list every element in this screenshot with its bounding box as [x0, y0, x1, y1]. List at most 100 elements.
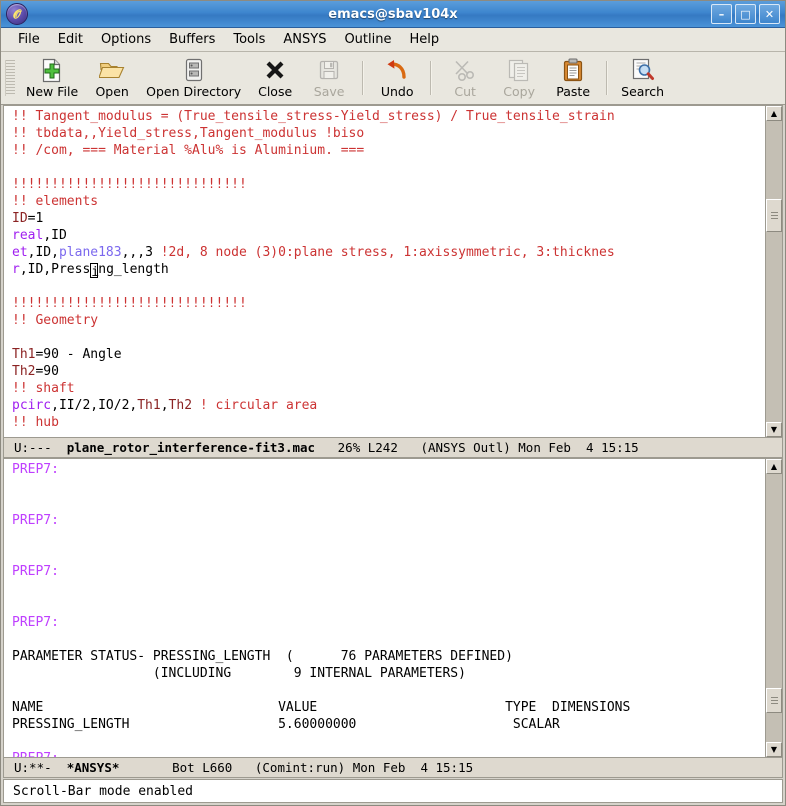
top-scrollbar-up-arrow[interactable]: ▲: [766, 106, 782, 121]
toolbar-button-open[interactable]: Open: [85, 54, 139, 102]
buffer-line: !! Geometry: [12, 312, 765, 329]
toolbar-button-save: Save: [302, 54, 356, 102]
buffer-line: [12, 597, 765, 614]
toolbar-button-open-directory[interactable]: Open Directory: [139, 54, 248, 102]
top-mode-line-timestamp: Mon Feb 4 15:15: [518, 440, 639, 455]
buffer-line: PREP7:: [12, 750, 765, 757]
toolbar-label-undo: Undo: [380, 84, 414, 99]
menu-item-edit[interactable]: Edit: [49, 31, 92, 48]
buffer-line: [12, 580, 765, 597]
buffer-text-run: ,ID,: [27, 245, 59, 260]
bottom-scrollbar-up-arrow[interactable]: ▲: [766, 459, 782, 474]
toolbar-separator-1: [362, 61, 365, 95]
buffer-text-run: !2d, 8 node (3)0:plane stress, 1:axissym…: [160, 245, 615, 260]
top-scrollbar-down-arrow[interactable]: ▼: [766, 422, 782, 437]
top-mode-line[interactable]: U:--- plane_rotor_interference-fit3.mac …: [3, 437, 783, 458]
undo-arrow-icon: [385, 57, 409, 83]
toolbar-label-paste: Paste: [556, 84, 591, 99]
buffer-line: Th2=90: [12, 363, 765, 380]
buffer-line: NAME VALUE TYPE DIMENSIONS: [12, 699, 765, 716]
top-mode-line-percent: 26%: [337, 440, 361, 455]
toolbar-button-close[interactable]: Close: [248, 54, 302, 102]
buffer-line: real,ID: [12, 227, 765, 244]
bottom-mode-line-indicator: U:**-: [14, 760, 52, 775]
title-bar: 𝓞 emacs@sbav104x – □ ✕: [1, 1, 785, 28]
bottom-window-body: PREP7: PREP7: PREP7: PREP7: PARAMETER ST…: [3, 458, 783, 757]
buffer-line: !! Tangent_modulus = (True_tensile_stres…: [12, 108, 765, 125]
bottom-left-fringe: [4, 459, 12, 757]
buffer-line: PRESSING_LENGTH 5.60000000 SCALAR: [12, 716, 765, 733]
close-button[interactable]: ✕: [759, 4, 780, 24]
bottom-mode-line-line: L660: [202, 760, 233, 775]
bottom-mode-line-position: Bot: [172, 760, 195, 775]
buffer-line: [12, 546, 765, 563]
toolbar-button-new-file[interactable]: New File: [19, 54, 85, 102]
source-buffer-text[interactable]: !! Tangent_modulus = (True_tensile_stres…: [12, 106, 765, 437]
buffer-line: pcirc,II/2,IO/2,Th1,Th2 ! circular area: [12, 397, 765, 414]
buffer-line: !!!!!!!!!!!!!!!!!!!!!!!!!!!!!!: [12, 295, 765, 312]
buffer-line: Th1=90 - Angle: [12, 346, 765, 363]
ansys-buffer-text[interactable]: PREP7: PREP7: PREP7: PREP7: PARAMETER ST…: [12, 459, 765, 757]
toolbar-button-undo[interactable]: Undo: [370, 54, 424, 102]
buffer-stack: !! Tangent_modulus = (True_tensile_stres…: [1, 105, 785, 805]
buffer-line: et,ID,plane183,,,3 !2d, 8 node (3)0:plan…: [12, 244, 765, 261]
emacs-window: 𝓞 emacs@sbav104x – □ ✕ File Edit Options…: [0, 0, 786, 806]
toolbar-label-close: Close: [258, 84, 293, 99]
bottom-scrollbar[interactable]: ▲ ▼: [765, 459, 782, 757]
bottom-window: PREP7: PREP7: PREP7: PREP7: PARAMETER ST…: [1, 458, 785, 778]
maximize-button[interactable]: □: [735, 4, 756, 24]
menu-item-tools[interactable]: Tools: [224, 31, 274, 48]
toolbar-label-open: Open: [95, 84, 129, 99]
menu-item-help[interactable]: Help: [400, 31, 448, 48]
menu-item-outline[interactable]: Outline: [335, 31, 400, 48]
top-mode-line-line: L242: [367, 440, 398, 455]
buffer-text-run: ,ID,Press: [19, 262, 91, 277]
toolbar-label-copy: Copy: [503, 84, 535, 99]
toolbar-button-paste[interactable]: Paste: [546, 54, 600, 102]
buffer-text-run: PREP7:: [12, 615, 59, 630]
buffer-text-run: ,,,3: [121, 245, 161, 260]
menu-item-options[interactable]: Options: [92, 31, 160, 48]
buffer-text-run: =90: [35, 364, 59, 379]
window-controls: – □ ✕: [711, 4, 782, 24]
buffer-text-run: !!!!!!!!!!!!!!!!!!!!!!!!!!!!!!: [12, 296, 247, 311]
buffer-text-run: PARAMETER STATUS- PRESSING_LENGTH ( 76 P…: [12, 649, 513, 664]
buffer-line: [12, 329, 765, 346]
open-folder-icon: [99, 57, 125, 83]
copy-pages-icon: [507, 57, 531, 83]
buffer-text-run: !! /com, === Material %Alu% is Aluminium…: [12, 143, 365, 158]
bottom-scrollbar-thumb[interactable]: [766, 688, 782, 713]
bottom-scrollbar-down-arrow[interactable]: ▼: [766, 742, 782, 757]
buffer-text-run: !! hub: [12, 415, 59, 430]
toolbar-drag-handle[interactable]: [5, 60, 15, 96]
top-scrollbar[interactable]: ▲ ▼: [765, 106, 782, 437]
buffer-line: [12, 682, 765, 699]
buffer-line: [12, 278, 765, 295]
bottom-mode-line[interactable]: U:**- *ANSYS* Bot L660 (Comint:run) Mon …: [3, 757, 783, 778]
toolbar-separator-2: [430, 61, 433, 95]
top-scrollbar-track[interactable]: [766, 121, 782, 422]
menu-bar: File Edit Options Buffers Tools ANSYS Ou…: [1, 28, 785, 52]
menu-item-buffers[interactable]: Buffers: [160, 31, 224, 48]
bottom-scrollbar-track[interactable]: [766, 474, 782, 742]
buffer-text-run: plane183: [58, 245, 122, 260]
buffer-text-run: Th1: [137, 398, 161, 413]
toolbar-button-search[interactable]: Search: [614, 54, 671, 102]
buffer-text-run: real: [12, 228, 44, 243]
emacs-icon: 𝓞: [6, 3, 28, 25]
minimize-button[interactable]: –: [711, 4, 732, 24]
echo-area[interactable]: Scroll-Bar mode enabled: [3, 779, 783, 803]
search-magnifier-icon: [631, 57, 655, 83]
buffer-line: PARAMETER STATUS- PRESSING_LENGTH ( 76 P…: [12, 648, 765, 665]
buffer-text-run: Th1: [12, 347, 36, 362]
bottom-mode-line-major-mode: (Comint:run): [254, 760, 346, 775]
menu-item-file[interactable]: File: [9, 31, 49, 48]
top-scrollbar-thumb[interactable]: [766, 199, 782, 233]
menu-item-ansys[interactable]: ANSYS: [274, 31, 335, 48]
cut-scissors-icon: [453, 57, 477, 83]
buffer-line: [12, 733, 765, 750]
buffer-text-run: Th2: [168, 398, 193, 413]
buffer-text-run: NAME VALUE TYPE DIMENSIONS: [12, 700, 631, 715]
buffer-text-run: ,II/2,IO/2,: [51, 398, 138, 413]
top-window-body: !! Tangent_modulus = (True_tensile_stres…: [3, 105, 783, 437]
